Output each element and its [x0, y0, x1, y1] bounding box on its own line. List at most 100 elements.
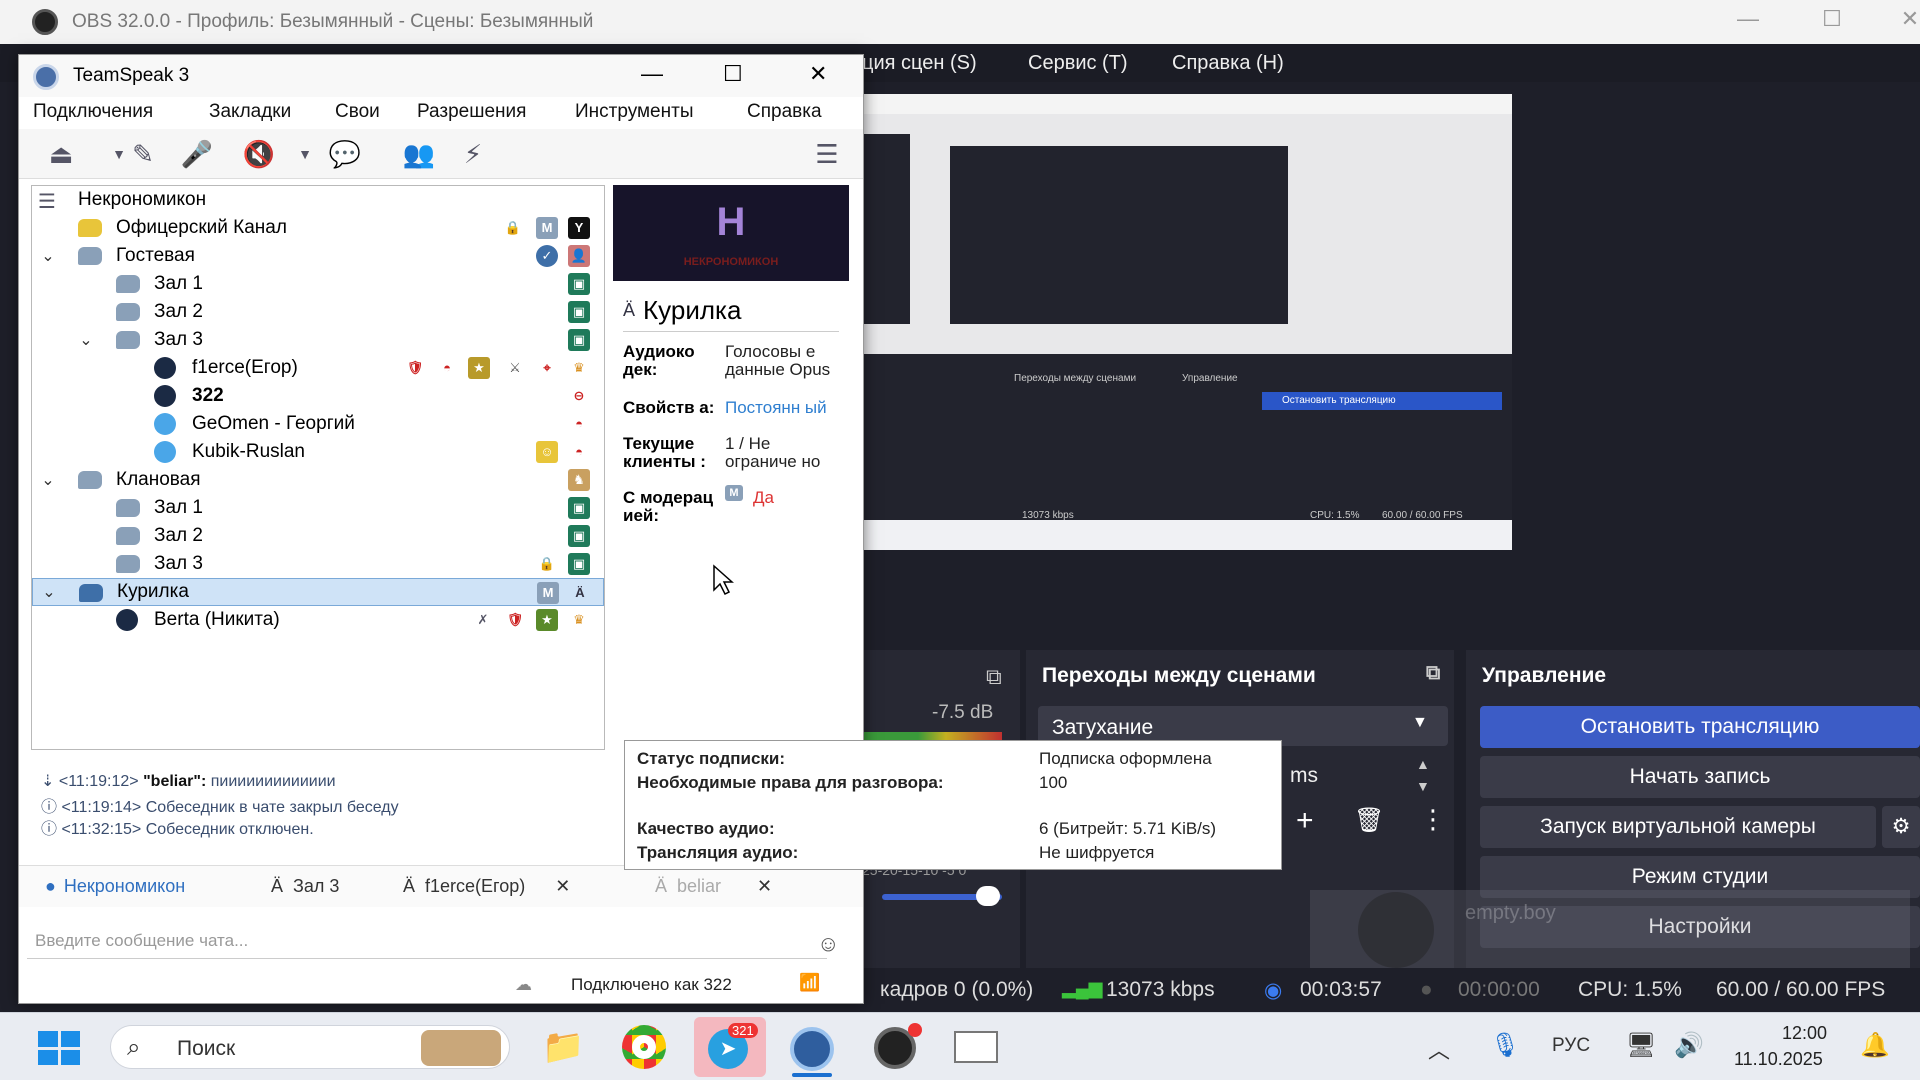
- channel-tree[interactable]: ☰ Некрономикон Офицерский Канал 🔒 M Y ⌄ …: [31, 185, 605, 750]
- banner-letter: H: [716, 200, 746, 244]
- tree-channel-smoke[interactable]: ⌄ Курилка M Ä: [32, 578, 604, 606]
- virtual-camera-button[interactable]: Запуск виртуальной камеры: [1480, 806, 1876, 848]
- menu-scene-collection[interactable]: ция сцен (S): [862, 52, 977, 75]
- minimize-icon[interactable]: —: [1728, 6, 1768, 32]
- menu-help[interactable]: Справка (H): [1172, 52, 1284, 75]
- info-icon: ⓘ: [41, 821, 62, 838]
- client-icon: [154, 385, 176, 407]
- tree-channel-officer[interactable]: Офицерский Канал 🔒 M Y: [32, 214, 604, 242]
- obs-preview[interactable]: Переходы между сценами Управление Остано…: [862, 94, 1512, 550]
- teamspeak-taskbar-icon[interactable]: [790, 1027, 834, 1071]
- transitions-undock-icon[interactable]: ⧉: [1426, 662, 1440, 685]
- tree-server[interactable]: ☰ Некрономикон: [32, 186, 604, 214]
- telegram-taskbar-item[interactable]: ➤ 321: [694, 1017, 766, 1077]
- disconnect-icon[interactable]: ⏏: [43, 137, 79, 171]
- tab-f1erce[interactable]: Ä f1erce(Егор) ✕: [403, 866, 570, 906]
- chat-tabs: ● Некрономикон Ä Зал 3 Ä f1erce(Егор) ✕ …: [19, 865, 863, 907]
- ts-menu-help[interactable]: Справка: [747, 101, 822, 123]
- chevron-down-icon[interactable]: ⌄: [76, 330, 96, 350]
- volume-slider-handle[interactable]: [976, 886, 1000, 906]
- divider: [623, 331, 839, 332]
- stop-stream-button[interactable]: Остановить трансляцию: [1480, 706, 1920, 748]
- ts-menu-connections[interactable]: Подключения: [33, 101, 153, 123]
- rank-icon: ★: [468, 357, 490, 379]
- mixer-dock-undock-icon[interactable]: ⧉: [986, 664, 1002, 690]
- virtual-camera-settings-icon[interactable]: ⚙: [1882, 806, 1920, 848]
- preview-controls: Управление: [1182, 373, 1238, 384]
- ts-menu-bookmarks[interactable]: Закладки: [209, 101, 291, 123]
- volume-icon[interactable]: 🔊: [1674, 1031, 1704, 1060]
- tree-client-kubik[interactable]: Kubik-Ruslan ☺ ◓: [32, 438, 604, 466]
- menu-tools[interactable]: Сервис (T): [1028, 52, 1128, 75]
- network-icon[interactable]: 🖥: [1626, 1031, 1656, 1060]
- tree-client-geomen[interactable]: GeOmen - Георгий ◓: [32, 410, 604, 438]
- identity-icon[interactable]: ⚡: [455, 137, 491, 171]
- microphone-icon[interactable]: 🎙: [1490, 1031, 1520, 1060]
- trash-icon[interactable]: 🗑: [1354, 806, 1384, 835]
- away-icon[interactable]: ✎: [125, 137, 161, 171]
- rec-icon: ●: [1420, 978, 1433, 1001]
- chat-input[interactable]: Введите сообщение чата...: [27, 923, 827, 959]
- close-icon[interactable]: ✕: [1890, 6, 1920, 32]
- ts-menu-permissions[interactable]: Разрешения: [417, 101, 526, 123]
- channel-label: Гостевая: [116, 245, 195, 266]
- lock-icon: 🔒: [538, 556, 556, 571]
- ts-menu-self[interactable]: Свои: [335, 101, 380, 123]
- tree-channel-clan[interactable]: ⌄ Клановая ♞: [32, 466, 604, 494]
- server-list-icon[interactable]: ☰: [809, 137, 845, 171]
- channel-icon: [79, 584, 103, 602]
- tree-channel-clan-zal3[interactable]: Зал 3 🔒 ▣: [32, 550, 604, 578]
- contacts-icon[interactable]: 👥: [401, 137, 437, 171]
- ts-close-icon[interactable]: ✕: [809, 61, 827, 87]
- tab-zal3[interactable]: Ä Зал 3: [271, 866, 339, 906]
- clock-date[interactable]: 11.10.2025: [1734, 1049, 1823, 1070]
- app-window-icon[interactable]: [954, 1031, 998, 1063]
- moderated-key: С модерац ией:: [623, 488, 714, 525]
- spinner-down-icon[interactable]: ▼: [1416, 778, 1430, 794]
- tab-beliar[interactable]: Ä beliar ✕: [655, 866, 772, 906]
- client-icon: [154, 441, 176, 463]
- maximize-icon[interactable]: ☐: [1812, 6, 1852, 32]
- ts-menu-tools[interactable]: Инструменты: [575, 101, 693, 123]
- notification-bell-icon[interactable]: 🔔: [1860, 1031, 1890, 1060]
- spinner-up-icon[interactable]: ▲: [1416, 756, 1430, 772]
- preview-stop-label: Остановить трансляцию: [1282, 395, 1396, 406]
- tree-channel-clan-zal2[interactable]: Зал 2 ▣: [32, 522, 604, 550]
- close-tab-icon[interactable]: ✕: [757, 876, 772, 897]
- channel-label: Зал 3: [154, 329, 203, 350]
- mute-speaker-icon[interactable]: 🔇: [241, 137, 277, 171]
- obs-recording-dot: [908, 1023, 922, 1037]
- tree-channel-guest-zal3[interactable]: ⌄ Зал 3 ▣: [32, 326, 604, 354]
- chevron-down-icon[interactable]: ⌄: [38, 246, 58, 266]
- add-transition-icon[interactable]: +: [1296, 804, 1314, 838]
- chrome-icon[interactable]: [622, 1025, 666, 1069]
- close-tab-icon[interactable]: ✕: [555, 876, 570, 897]
- dropdown-arrow-icon-2[interactable]: ▼: [287, 137, 323, 171]
- tree-channel-guest-zal2[interactable]: Зал 2 ▣: [32, 298, 604, 326]
- tree-channel-guest-zal1[interactable]: Зал 1 ▣: [32, 270, 604, 298]
- clock-time[interactable]: 12:00: [1782, 1023, 1827, 1044]
- tree-client-f1erce[interactable]: f1erce(Егор) 🛡 ◓ ★ ⚔ ⌖ ♛: [32, 354, 604, 382]
- chevron-down-icon[interactable]: ⌄: [38, 470, 58, 490]
- rank-icon: ☺: [536, 441, 558, 463]
- windows-start-icon[interactable]: [38, 1031, 80, 1065]
- ts-maximize-icon[interactable]: ☐: [723, 61, 743, 87]
- chevron-down-icon[interactable]: ⌄: [39, 582, 59, 602]
- start-recording-button[interactable]: Начать запись: [1480, 756, 1920, 798]
- file-explorer-icon[interactable]: 📁: [542, 1027, 584, 1067]
- controls-title: Управление: [1482, 664, 1607, 687]
- mute-mic-icon[interactable]: 🎤: [179, 137, 215, 171]
- emoji-icon[interactable]: ☺: [817, 931, 839, 957]
- tree-client-berta[interactable]: Berta (Никита) ✗ 🛡 ★ ♛: [32, 606, 604, 634]
- more-options-icon[interactable]: ⋮: [1420, 804, 1446, 835]
- tab-server[interactable]: ● Некрономикон: [45, 866, 185, 906]
- chevron-up-icon[interactable]: ︿: [1428, 1033, 1450, 1065]
- channel-tab-icon: Ä: [655, 875, 668, 896]
- tree-channel-clan-zal1[interactable]: Зал 1 ▣: [32, 494, 604, 522]
- language-indicator[interactable]: РУС: [1552, 1035, 1590, 1057]
- tree-channel-guest[interactable]: ⌄ Гостевая ✓ 👤: [32, 242, 604, 270]
- ts-minimize-icon[interactable]: —: [641, 61, 663, 87]
- taskbar-search[interactable]: ⌕ Поиск: [110, 1025, 510, 1069]
- chat-bubble-icon[interactable]: 💬: [327, 137, 363, 171]
- tree-client-322[interactable]: 322 ⊖: [32, 382, 604, 410]
